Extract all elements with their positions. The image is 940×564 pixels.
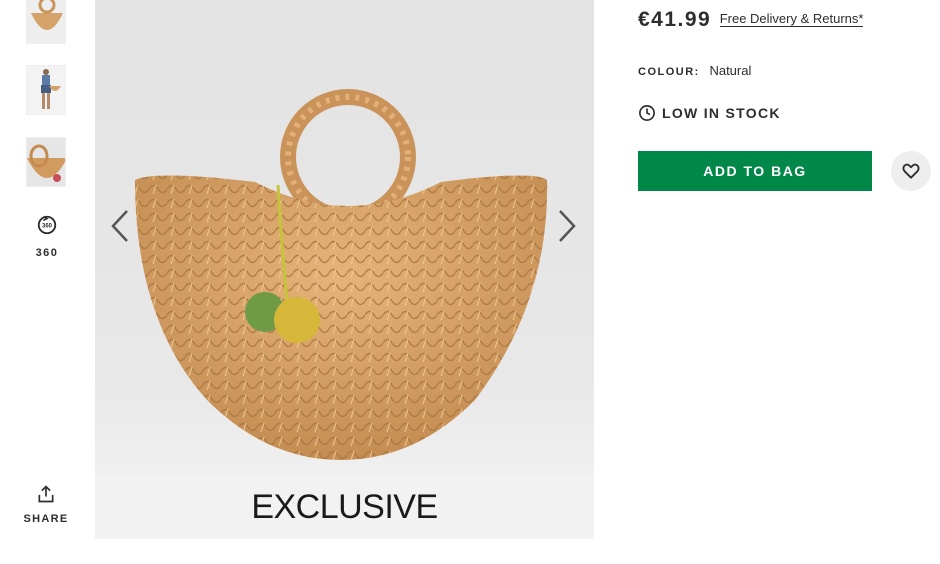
- clock-icon: [639, 105, 655, 121]
- share-icon: [38, 485, 54, 503]
- add-to-bag-button[interactable]: ADD TO BAG: [638, 151, 872, 191]
- bag-thumbnail-image: [27, 0, 65, 43]
- previous-image-button[interactable]: [105, 206, 135, 246]
- svg-text:360: 360: [42, 223, 53, 229]
- next-image-button[interactable]: [552, 206, 582, 246]
- product-price: €41.99: [638, 8, 712, 31]
- exclusive-banner: EXCLUSIVE: [95, 476, 594, 539]
- stock-status-text: LOW IN STOCK: [662, 105, 781, 121]
- model-thumbnail-image: [27, 66, 65, 114]
- thumbnail-column: 360 360 SHARE: [0, 0, 94, 564]
- chevron-right-icon: [559, 210, 576, 242]
- thumbnail-bag-front[interactable]: [26, 0, 66, 44]
- view-360-label: 360: [35, 247, 59, 259]
- share-label: SHARE: [23, 513, 69, 525]
- stock-status: LOW IN STOCK: [638, 104, 781, 122]
- save-to-wishlist-button[interactable]: [891, 151, 931, 191]
- delivery-returns-link[interactable]: Free Delivery & Returns*: [719, 11, 864, 27]
- colour-value: Natural: [709, 63, 752, 78]
- bag-inside-thumbnail-image: [27, 138, 65, 186]
- share-button[interactable]: SHARE: [18, 484, 74, 525]
- price-row: €41.99 Free Delivery & Returns*: [638, 8, 864, 32]
- straw-bag-photo: [95, 0, 594, 476]
- colour-row: COLOUR: Natural: [638, 63, 751, 78]
- view-360-button[interactable]: 360 360: [22, 214, 72, 270]
- thumbnail-bag-inside[interactable]: [26, 137, 66, 187]
- chevron-left-icon: [111, 210, 128, 242]
- main-product-image: EXCLUSIVE: [95, 0, 594, 539]
- thumbnail-model-view[interactable]: [26, 65, 66, 115]
- 360-icon: 360: [37, 215, 57, 235]
- heart-icon: [902, 163, 920, 179]
- colour-label: COLOUR:: [638, 66, 700, 78]
